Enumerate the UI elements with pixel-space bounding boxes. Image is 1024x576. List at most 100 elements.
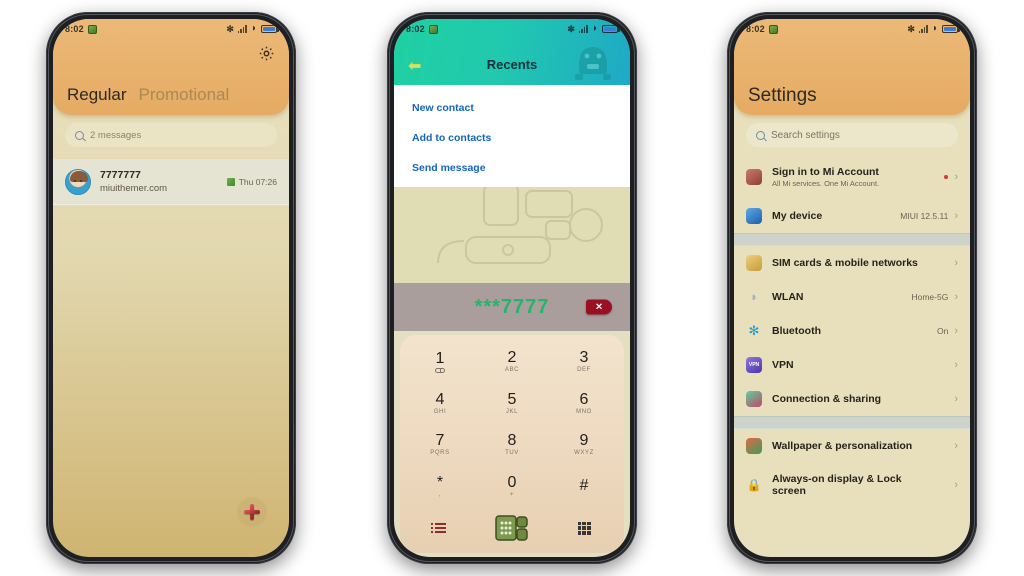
key-letters: PQRS	[430, 450, 450, 457]
context-menu: New contact Add to contacts Send message	[394, 85, 630, 187]
settings-item-mi-account[interactable]: Sign in to Mi Account All Mi services. O…	[734, 155, 970, 199]
settings-item-my-device[interactable]: My device MIUI 12.5.11 ›	[734, 199, 970, 233]
settings-item-label: Bluetooth	[772, 324, 821, 337]
app-badge-icon	[428, 24, 438, 34]
key-digit: 9	[579, 432, 589, 450]
key-letters: MNO	[576, 408, 592, 415]
key-letters: TUV	[505, 450, 519, 457]
tab-regular[interactable]: Regular	[67, 85, 127, 105]
conversation-row[interactable]: 7777777 miuithemer.com Thu 07:26	[53, 159, 289, 205]
settings-item-value: Home-5G	[911, 292, 949, 302]
key-8[interactable]: 8 TUV	[476, 424, 548, 466]
conversation-texts: 7777777 miuithemer.com	[100, 169, 218, 194]
battery-icon	[261, 25, 279, 33]
settings-item-wlan[interactable]: ◗ WLAN Home-5G ›	[734, 280, 970, 314]
gear-icon[interactable]	[258, 45, 275, 62]
settings-item-right: On ›	[937, 324, 958, 337]
tab-promotional[interactable]: Promotional	[139, 85, 230, 105]
key-digit: *	[436, 474, 444, 492]
key-3[interactable]: 3 DEF	[548, 341, 620, 383]
sim-card-icon	[746, 255, 762, 271]
call-button[interactable]	[476, 507, 548, 549]
settings-item-right: ›	[954, 392, 958, 405]
plus-icon	[244, 504, 260, 520]
screenshot-canvas: 8:02 ✻ ◗ Regular Promotional 2 messages …	[0, 0, 1024, 576]
phone-dialer: 8:02 ✻ ◗ ⬅ Recents New contact Add to co…	[387, 12, 637, 564]
call-button-icon	[495, 514, 529, 542]
settings-item-right: ›	[954, 440, 958, 452]
settings-item-label: VPN	[772, 358, 794, 371]
keypad-toggle-button[interactable]	[548, 507, 620, 549]
wlan-icon: ◗	[750, 289, 758, 304]
settings-item-wallpaper[interactable]: Wallpaper & personalization ›	[734, 429, 970, 463]
key-star[interactable]: * ,	[404, 466, 476, 508]
message-tabs: Regular Promotional	[67, 85, 229, 105]
bluetooth-icon: ✻	[567, 23, 575, 34]
call-log-button[interactable]	[404, 507, 476, 549]
menu-item-send-message[interactable]: Send message	[412, 153, 612, 183]
call-log-icon	[430, 523, 446, 533]
key-letters: ABC	[504, 367, 520, 374]
search-icon	[756, 130, 765, 140]
settings-item-label: My device	[772, 209, 823, 222]
settings-item-label: Sign in to Mi Account	[772, 165, 879, 178]
dial-display: ***7777 ✕	[394, 283, 630, 331]
settings-item-label: Always-on display & Lock screen	[772, 472, 902, 497]
key-letters: JKL	[505, 408, 519, 415]
key-letters: DEF	[577, 367, 591, 374]
group-divider	[734, 233, 970, 246]
key-5[interactable]: 5 JKL	[476, 383, 548, 425]
battery-icon	[602, 25, 620, 33]
key-digit: 0	[507, 474, 517, 492]
contact-avatar	[65, 168, 91, 195]
settings-item-right: Home-5G ›	[911, 291, 958, 303]
chevron-right-icon: ›	[954, 392, 958, 405]
key-2[interactable]: 2 ABC	[476, 341, 548, 383]
messages-screen: 8:02 ✻ ◗ Regular Promotional 2 messages …	[53, 19, 289, 557]
dial-keypad: 1 2 ABC 3 DEF 4 GHI 5 JKL 6 MNO 7 PQRS 8…	[400, 335, 624, 553]
key-7[interactable]: 7 PQRS	[404, 424, 476, 466]
battery-icon	[942, 25, 960, 33]
settings-item-vpn[interactable]: VPN VPN ›	[734, 348, 970, 382]
settings-item-connection-sharing[interactable]: Connection & sharing ›	[734, 382, 970, 416]
search-input[interactable]: 2 messages	[65, 123, 277, 147]
status-time: 8:02	[406, 24, 425, 34]
settings-item-lock-screen[interactable]: 🔒 Always-on display & Lock screen ›	[734, 463, 970, 507]
status-icons: ✻ ◗	[567, 23, 620, 34]
key-4[interactable]: 4 GHI	[404, 383, 476, 425]
key-hash[interactable]: #	[548, 466, 620, 508]
settings-header: 8:02 ✻ ◗ Settings	[734, 19, 970, 115]
settings-item-sim-cards[interactable]: SIM cards & mobile networks ›	[734, 246, 970, 280]
search-input[interactable]: Search settings	[746, 123, 958, 147]
bluetooth-icon: ✻	[748, 323, 760, 338]
settings-item-label: Connection & sharing	[772, 392, 882, 405]
key-letters: WXYZ	[574, 450, 594, 457]
key-digit: #	[579, 477, 589, 495]
menu-item-new-contact[interactable]: New contact	[412, 93, 612, 123]
delete-backspace-icon[interactable]: ✕	[586, 299, 612, 315]
menu-item-add-to-contacts[interactable]: Add to contacts	[412, 123, 612, 153]
mi-account-icon	[746, 169, 762, 185]
new-message-button[interactable]	[237, 497, 267, 527]
keypad-icon	[577, 521, 591, 535]
lock-screen-icon: 🔒	[746, 478, 762, 492]
chevron-right-icon: ›	[954, 324, 958, 337]
conversation-title: 7777777	[100, 169, 141, 181]
key-1[interactable]: 1	[404, 341, 476, 383]
key-digit: 1	[435, 349, 445, 367]
conversation-time: Thu 07:26	[238, 176, 277, 187]
settings-screen: 8:02 ✻ ◗ Settings Search settings Sign i…	[734, 19, 970, 557]
settings-item-right: ›	[954, 359, 958, 371]
signal-icon	[237, 25, 247, 33]
wallpaper-icon	[746, 438, 762, 454]
key-letters: ,	[438, 492, 442, 499]
key-0[interactable]: 0 +	[476, 466, 548, 508]
settings-item-label: Wallpaper & personalization	[772, 439, 913, 452]
key-6[interactable]: 6 MNO	[548, 383, 620, 425]
key-9[interactable]: 9 WXYZ	[548, 424, 620, 466]
settings-item-texts: Sign in to Mi Account All Mi services. O…	[772, 166, 879, 188]
settings-item-label: WLAN	[772, 290, 804, 303]
settings-item-bluetooth[interactable]: ✻ Bluetooth On ›	[734, 314, 970, 348]
settings-item-right: ›	[954, 257, 958, 269]
signal-icon	[918, 25, 928, 33]
